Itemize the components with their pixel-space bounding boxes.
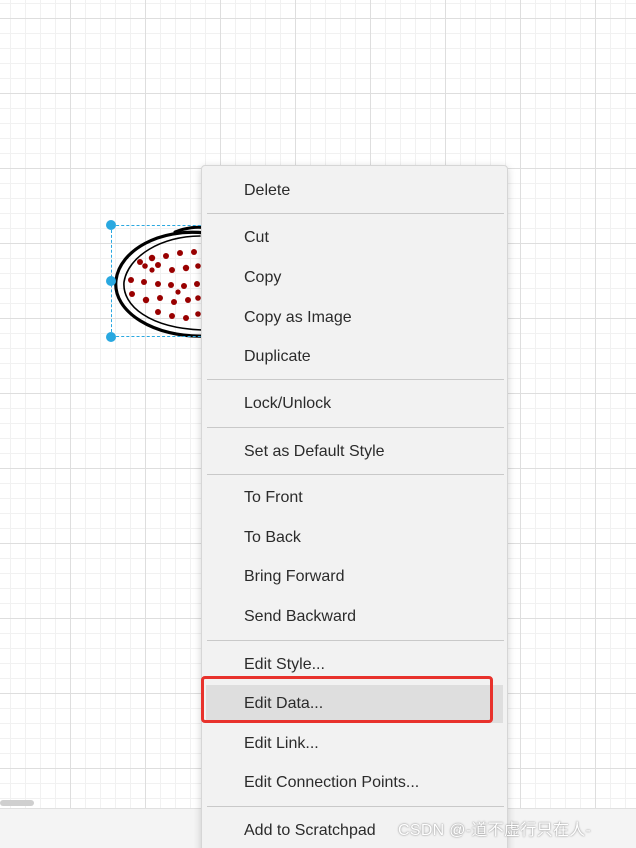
menu-separator <box>207 379 504 380</box>
resize-handle-top-left[interactable] <box>106 220 116 230</box>
menu-separator <box>207 427 504 428</box>
context-menu: Delete Cut Copy Copy as Image Duplicate … <box>201 165 508 848</box>
menu-item-to-back[interactable]: To Back <box>206 519 503 557</box>
menu-item-edit-style[interactable]: Edit Style... <box>206 646 503 684</box>
menu-item-copy-as-image[interactable]: Copy as Image <box>206 299 503 337</box>
menu-separator <box>207 474 504 475</box>
menu-item-send-backward[interactable]: Send Backward <box>206 598 503 636</box>
menu-item-set-default-style[interactable]: Set as Default Style <box>206 433 503 471</box>
menu-item-copy[interactable]: Copy <box>206 259 503 297</box>
menu-item-lock-unlock[interactable]: Lock/Unlock <box>206 385 503 423</box>
menu-separator <box>207 640 504 641</box>
selection-outline <box>111 225 211 337</box>
menu-item-bring-forward[interactable]: Bring Forward <box>206 558 503 596</box>
menu-separator <box>207 806 504 807</box>
horizontal-scrollbar[interactable] <box>0 800 34 806</box>
menu-item-duplicate[interactable]: Duplicate <box>206 338 503 376</box>
menu-item-cut[interactable]: Cut <box>206 219 503 257</box>
menu-item-edit-data[interactable]: Edit Data... <box>206 685 503 723</box>
watermark-text: CSDN @-道不虚行只在人- <box>398 822 592 839</box>
menu-item-to-front[interactable]: To Front <box>206 479 503 517</box>
menu-separator <box>207 213 504 214</box>
menu-item-edit-link[interactable]: Edit Link... <box>206 725 503 763</box>
menu-item-delete[interactable]: Delete <box>206 172 503 210</box>
resize-handle-bottom-left[interactable] <box>106 332 116 342</box>
menu-item-edit-connection-points[interactable]: Edit Connection Points... <box>206 764 503 802</box>
resize-handle-middle-left[interactable] <box>106 276 116 286</box>
